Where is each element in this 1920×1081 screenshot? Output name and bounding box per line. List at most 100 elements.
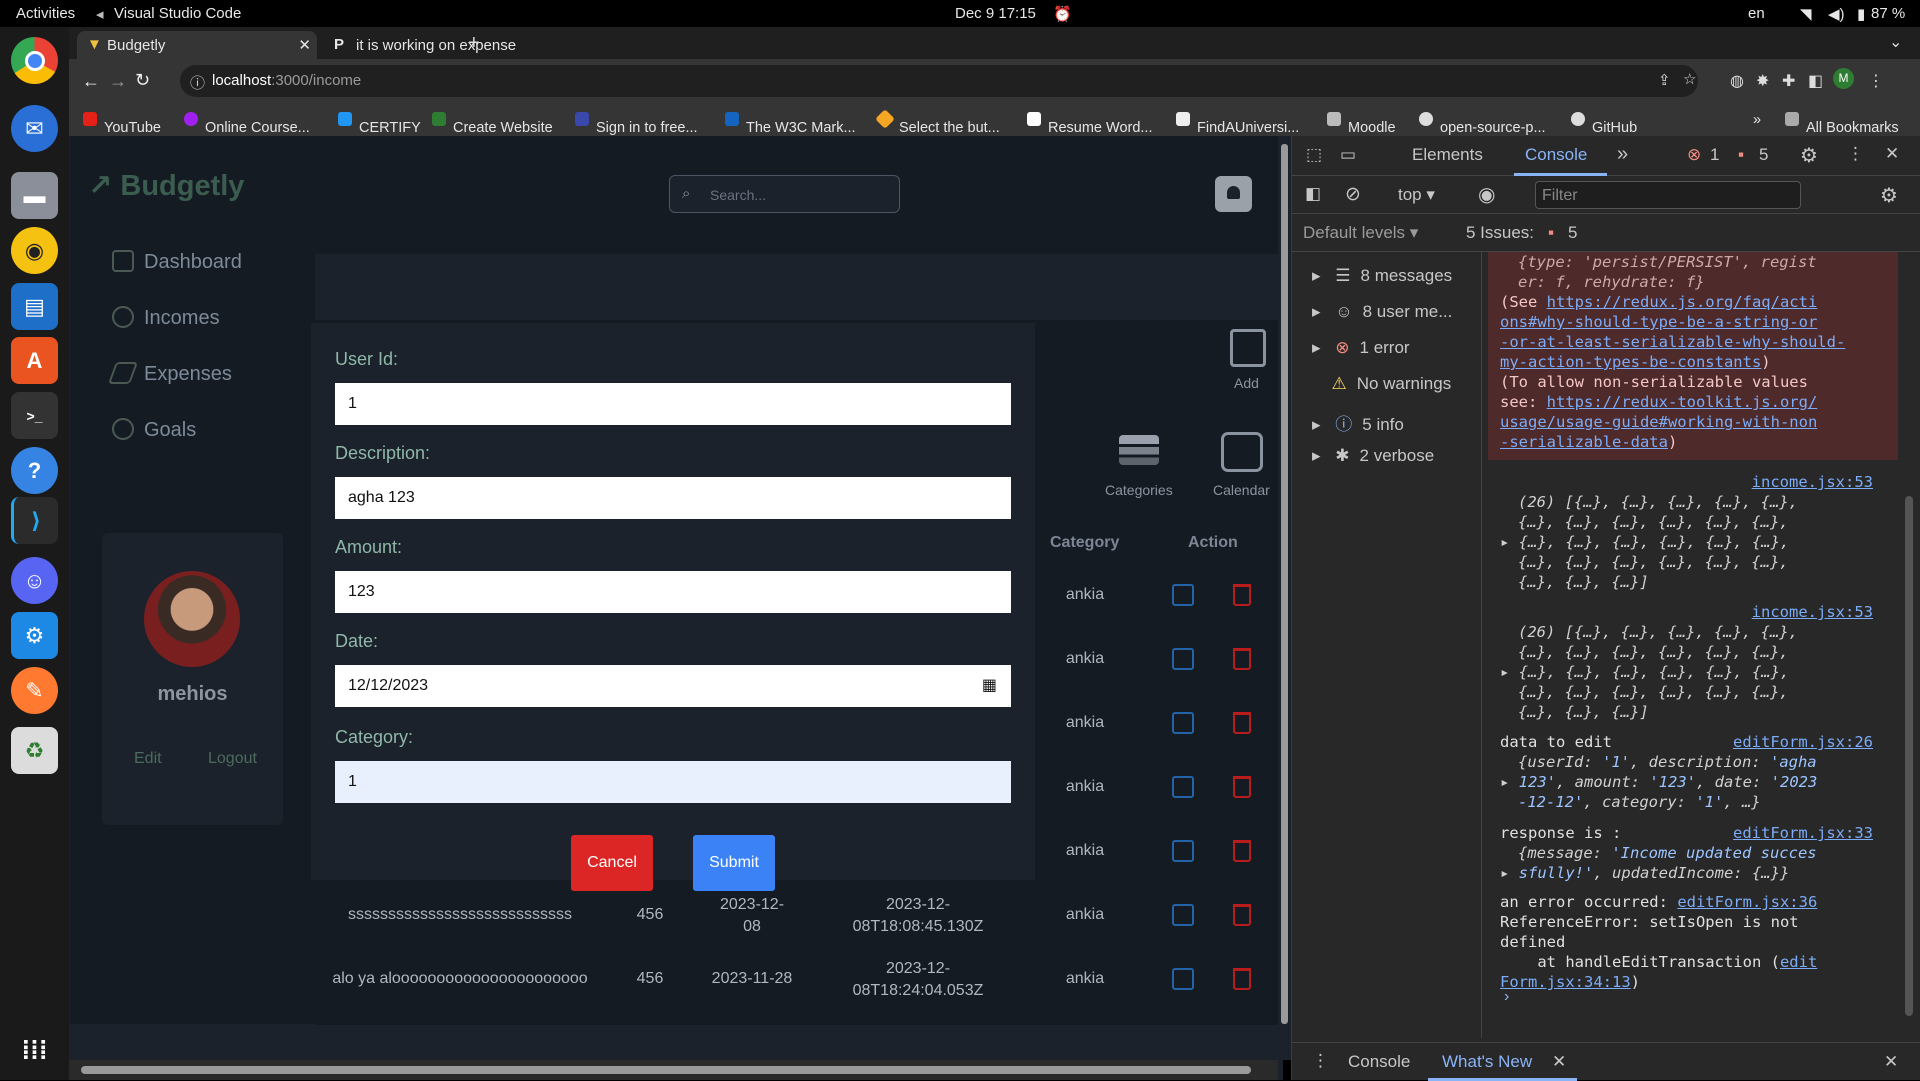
edit-icon[interactable]: [1172, 648, 1194, 670]
sidebar-info[interactable]: ▸ ⓘ 5 info: [1312, 410, 1404, 435]
back-icon[interactable]: ←: [82, 71, 100, 92]
delete-icon[interactable]: [1233, 776, 1251, 798]
reload-icon[interactable]: ↻: [135, 70, 150, 91]
console-settings-icon[interactable]: ⚙: [1880, 183, 1898, 208]
share-icon[interactable]: ⇪: [1658, 71, 1671, 89]
edit-icon[interactable]: [1172, 712, 1194, 734]
sidebar-warnings[interactable]: ⚠ No warnings: [1312, 374, 1451, 394]
user-id-input[interactable]: 1: [335, 383, 1011, 425]
sidebar-errors[interactable]: ▸ ⊗ 1 error: [1312, 338, 1410, 358]
delete-icon[interactable]: [1233, 584, 1251, 606]
delete-icon[interactable]: [1233, 840, 1251, 862]
calendar-label[interactable]: Calendar: [1213, 482, 1270, 498]
forward-icon[interactable]: →: [109, 71, 127, 92]
page-horizontal-scrollbar[interactable]: [69, 1060, 1278, 1080]
discord-icon[interactable]: ☺: [11, 557, 58, 604]
error-icon[interactable]: ⊗: [1687, 145, 1701, 165]
tab-expense[interactable]: P it is working on expense: [326, 31, 528, 59]
bookmark-open-source[interactable]: open-source-p...: [1419, 112, 1546, 136]
address-bar[interactable]: ⓘ localhost:3000/income ⇪ ☆: [180, 65, 1698, 97]
delete-icon[interactable]: [1233, 968, 1251, 990]
nav-dashboard[interactable]: Dashboard: [112, 250, 242, 274]
vscode-icon[interactable]: ⟩: [11, 497, 58, 544]
add-chart-icon[interactable]: [1230, 329, 1266, 367]
log-income-2[interactable]: income.jsx:53 (26) [{…}, {…}, {…}, {…}, …: [1500, 602, 1895, 722]
all-bookmarks[interactable]: All Bookmarks: [1785, 112, 1899, 136]
bookmark-resume[interactable]: Resume Word...: [1027, 112, 1153, 136]
categories-label[interactable]: Categories: [1105, 482, 1173, 498]
close-drawer-icon[interactable]: ✕: [1884, 1052, 1898, 1072]
live-expression-eye-icon[interactable]: ◉: [1478, 182, 1495, 207]
drawer-tab-console[interactable]: Console: [1348, 1052, 1410, 1072]
thunderbird-icon[interactable]: ✉: [11, 105, 58, 152]
calendar-icon[interactable]: [1221, 432, 1263, 472]
sidebar-messages[interactable]: ▸ ☰ 8 messages: [1312, 266, 1452, 286]
bookmark-sign-in[interactable]: Sign in to free...: [575, 112, 698, 136]
issues-count[interactable]: 5: [1568, 223, 1577, 243]
sidebar-user-messages[interactable]: ▸ ☺ 8 user me...: [1312, 302, 1452, 322]
delete-icon[interactable]: [1233, 648, 1251, 670]
extensions-puzzle-icon[interactable]: ✚: [1782, 71, 1795, 91]
bookmark-online-course[interactable]: Online Course...: [184, 112, 310, 136]
console-prompt-icon[interactable]: ›: [1504, 988, 1509, 1006]
inspect-element-icon[interactable]: ⬚: [1306, 145, 1322, 165]
page-vertical-scrollbar[interactable]: [1278, 136, 1291, 1060]
console-scrollbar[interactable]: [1904, 256, 1914, 1026]
settings-gear-icon[interactable]: ⚙: [1800, 143, 1818, 168]
category-header[interactable]: Category: [1050, 534, 1119, 552]
sidebar-toggle-icon[interactable]: ◧: [1305, 184, 1321, 204]
site-info-icon[interactable]: ⓘ: [190, 72, 205, 93]
default-levels-dropdown[interactable]: Default levels ▾: [1303, 223, 1418, 243]
notification-bell-icon[interactable]: [1215, 176, 1252, 212]
context-selector[interactable]: top ▾: [1398, 185, 1435, 205]
bookmark-github[interactable]: GitHub: [1571, 112, 1637, 136]
edit-icon[interactable]: [1172, 776, 1194, 798]
delete-icon[interactable]: [1233, 712, 1251, 734]
writer-icon[interactable]: ▤: [11, 283, 58, 330]
issues-flag-icon[interactable]: ▪: [1738, 145, 1744, 165]
activities-button[interactable]: Activities: [16, 5, 75, 22]
category-input[interactable]: 1: [335, 761, 1011, 803]
bookmark-findauniversity[interactable]: FindAUniversi...: [1176, 112, 1299, 136]
chrome-icon[interactable]: [11, 37, 58, 84]
log-data-to-edit[interactable]: data to edit editForm.jsx:26 {userId: '1…: [1500, 732, 1895, 812]
close-tab-icon[interactable]: ✕: [298, 36, 311, 54]
new-tab-icon[interactable]: +: [468, 32, 480, 55]
description-input[interactable]: agha 123: [335, 477, 1011, 519]
delete-icon[interactable]: [1233, 904, 1251, 926]
logout-link[interactable]: Logout: [208, 750, 257, 768]
edit-icon[interactable]: [1172, 904, 1194, 926]
software-center-icon[interactable]: A: [11, 337, 58, 384]
extension-icon[interactable]: ◍: [1730, 71, 1744, 91]
drawer-tab-whats-new[interactable]: What's New: [1442, 1052, 1532, 1072]
log-error[interactable]: an error occurred: editForm.jsx:36 Refer…: [1500, 892, 1895, 992]
tab-console[interactable]: Console: [1525, 145, 1587, 165]
more-tabs-icon[interactable]: »: [1617, 143, 1628, 166]
help-icon[interactable]: ?: [11, 447, 58, 494]
bookmark-w3c[interactable]: The W3C Mark...: [725, 112, 856, 136]
clear-console-icon[interactable]: ⊘: [1345, 183, 1361, 206]
terminal-icon[interactable]: >_: [11, 392, 58, 439]
edit-profile-link[interactable]: Edit: [134, 750, 162, 768]
show-apps-icon[interactable]: ⁞⁞⁞: [11, 1027, 58, 1074]
cancel-button[interactable]: Cancel: [571, 835, 653, 891]
profile-avatar[interactable]: M: [1833, 68, 1854, 89]
edit-icon[interactable]: [1172, 584, 1194, 606]
drawer-menu-icon[interactable]: ⋮: [1312, 1051, 1329, 1071]
settings-cloud-icon[interactable]: ⚙: [11, 612, 58, 659]
close-devtools-icon[interactable]: ✕: [1885, 144, 1899, 164]
rhythmbox-icon[interactable]: ◉: [11, 227, 58, 274]
bookmarks-overflow-icon[interactable]: »: [1753, 112, 1761, 128]
log-response[interactable]: response is : editForm.jsx:33 {message: …: [1500, 823, 1895, 883]
calendar-picker-icon[interactable]: ▦: [982, 675, 997, 695]
search-input[interactable]: ⌕ Search...: [669, 175, 900, 213]
nav-incomes[interactable]: Incomes: [112, 306, 220, 330]
side-panel-icon[interactable]: ◧: [1808, 71, 1823, 91]
submit-button[interactable]: Submit: [693, 835, 775, 891]
tab-search-icon[interactable]: ⌄: [1889, 32, 1902, 52]
active-app-name[interactable]: Visual Studio Code: [114, 5, 241, 22]
date-input[interactable]: 12/12/2023 ▦: [335, 665, 1011, 707]
filter-input[interactable]: Filter: [1535, 181, 1801, 209]
chrome-menu-icon[interactable]: ⋮: [1868, 71, 1884, 91]
issues-label[interactable]: 5 Issues:: [1466, 223, 1534, 243]
